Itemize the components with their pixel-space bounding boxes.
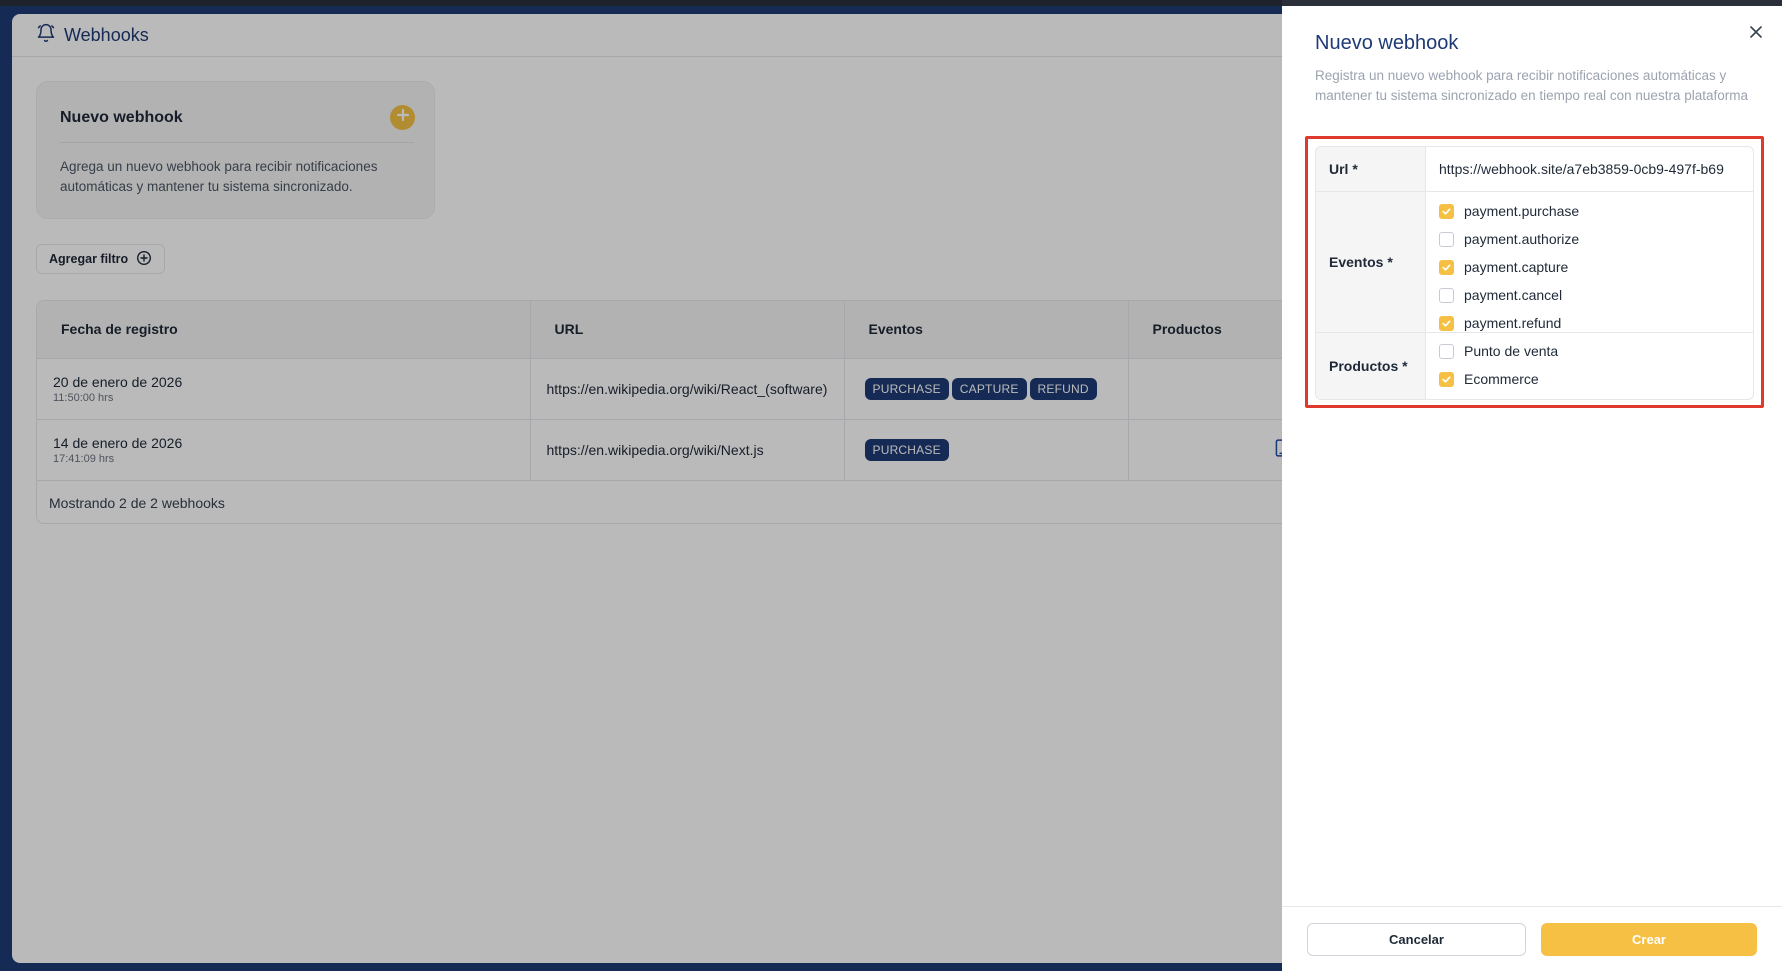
event-checkbox-cancel[interactable]: payment.cancel bbox=[1439, 281, 1753, 309]
event-checkbox-purchase[interactable]: payment.purchase bbox=[1439, 197, 1753, 225]
products-checkbox-group: Punto de venta Ecommerce bbox=[1426, 333, 1753, 399]
url-row: Url * https://webhook.site/a7eb3859-0cb9… bbox=[1316, 147, 1753, 192]
checkbox-unchecked[interactable] bbox=[1439, 287, 1454, 303]
checkbox-checked[interactable] bbox=[1439, 315, 1454, 331]
event-checkbox-label: payment.authorize bbox=[1464, 231, 1580, 247]
checkbox-unchecked[interactable] bbox=[1439, 343, 1454, 359]
event-checkbox-label: payment.refund bbox=[1464, 315, 1562, 331]
new-webhook-drawer: Nuevo webhook Registra un nuevo webhook … bbox=[1282, 6, 1782, 971]
event-checkbox-label: payment.purchase bbox=[1464, 203, 1580, 219]
form-highlight-box: Url * https://webhook.site/a7eb3859-0cb9… bbox=[1305, 136, 1764, 408]
checkbox-checked[interactable] bbox=[1439, 371, 1454, 387]
close-button[interactable] bbox=[1746, 24, 1766, 44]
checkbox-checked[interactable] bbox=[1439, 203, 1454, 219]
events-label: Eventos * bbox=[1316, 192, 1426, 332]
product-checkbox-ecommerce[interactable]: Ecommerce bbox=[1439, 365, 1753, 393]
events-checkbox-group: payment.purchase payment.authorize payme… bbox=[1426, 192, 1753, 332]
drawer-title: Nuevo webhook bbox=[1315, 32, 1459, 54]
product-checkbox-pos[interactable]: Punto de venta bbox=[1439, 337, 1753, 365]
event-checkbox-authorize[interactable]: payment.authorize bbox=[1439, 225, 1753, 253]
events-row: Eventos * payment.purchase payment.autho… bbox=[1316, 192, 1753, 333]
checkbox-unchecked[interactable] bbox=[1439, 231, 1454, 247]
url-label: Url * bbox=[1316, 147, 1426, 191]
close-icon bbox=[1750, 25, 1762, 43]
url-input[interactable]: https://webhook.site/a7eb3859-0cb9-497f-… bbox=[1426, 147, 1753, 191]
drawer-description: Registra un nuevo webhook para recibir n… bbox=[1315, 68, 1748, 103]
event-checkbox-capture[interactable]: payment.capture bbox=[1439, 253, 1753, 281]
event-checkbox-label: payment.capture bbox=[1464, 259, 1569, 275]
drawer-footer: Cancelar Crear bbox=[1282, 906, 1782, 971]
modal-backdrop[interactable] bbox=[0, 0, 1282, 971]
webhook-form: Url * https://webhook.site/a7eb3859-0cb9… bbox=[1315, 146, 1754, 400]
checkbox-checked[interactable] bbox=[1439, 259, 1454, 275]
event-checkbox-label: payment.cancel bbox=[1464, 287, 1563, 303]
product-checkbox-label: Punto de venta bbox=[1464, 343, 1559, 359]
product-checkbox-label: Ecommerce bbox=[1464, 371, 1539, 387]
products-row: Productos * Punto de venta Ecommerce bbox=[1316, 333, 1753, 399]
products-label: Productos * bbox=[1316, 333, 1426, 399]
cancel-button[interactable]: Cancelar bbox=[1307, 923, 1526, 956]
create-button[interactable]: Crear bbox=[1541, 923, 1757, 956]
